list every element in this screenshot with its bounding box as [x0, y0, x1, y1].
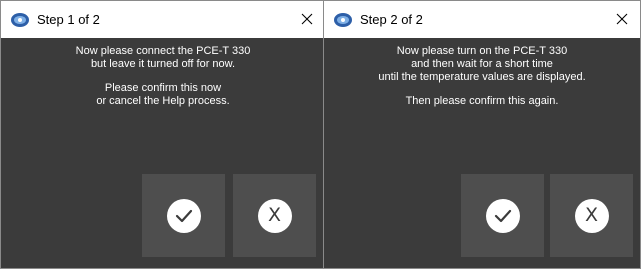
message-line: and then wait for a short time: [411, 58, 553, 70]
confirm-button[interactable]: [461, 174, 544, 257]
dialog-title: Step 1 of 2: [37, 12, 100, 27]
checkmark-icon: [175, 209, 192, 222]
confirm-circle: [485, 198, 520, 233]
message-line: or cancel the Help process.: [96, 95, 230, 107]
app-logo-icon: [11, 12, 29, 27]
message-line: Now please connect the PCE-T 330: [75, 45, 251, 57]
x-icon: X: [584, 204, 599, 226]
instruction-text: Now please turn on the PCE-T 330 and the…: [324, 45, 640, 119]
cancel-circle: X: [257, 198, 292, 233]
confirm-button[interactable]: [142, 174, 225, 257]
message-line: but leave it turned off for now.: [90, 58, 236, 70]
x-icon: X: [267, 204, 282, 226]
confirm-circle: [166, 198, 201, 233]
message-line: until the temperature values are display…: [378, 71, 586, 83]
message-line: Then please confirm this again.: [405, 95, 559, 107]
title-bar: Step 2 of 2: [324, 1, 640, 38]
app-logo-icon: [334, 12, 352, 27]
cancel-button[interactable]: X: [233, 174, 316, 257]
close-icon: [616, 13, 628, 25]
message-line: Please confirm this now: [104, 82, 222, 94]
dialog-step-1: Step 1 of 2 Now please connect the PCE-T…: [0, 0, 326, 269]
instruction-text: Now please connect the PCE-T 330 but lea…: [1, 45, 325, 119]
title-bar: Step 1 of 2: [1, 1, 325, 38]
checkmark-icon: [494, 209, 511, 222]
cancel-button[interactable]: X: [550, 174, 633, 257]
close-button[interactable]: [612, 9, 632, 29]
dialog-title: Step 2 of 2: [360, 12, 423, 27]
message-line: Now please turn on the PCE-T 330: [396, 45, 568, 57]
close-icon: [301, 13, 313, 25]
close-button[interactable]: [297, 9, 317, 29]
dialog-step-2: Step 2 of 2 Now please turn on the PCE-T…: [323, 0, 641, 269]
cancel-circle: X: [574, 198, 609, 233]
